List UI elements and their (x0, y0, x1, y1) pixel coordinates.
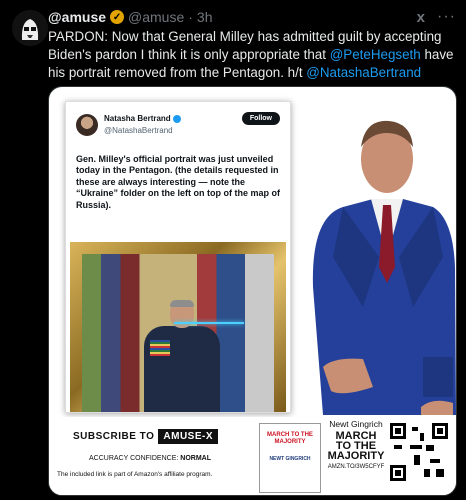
card-avatar (76, 114, 98, 136)
embedded-tweet-card: Natasha Bertrand @NatashaBertrand Follow… (65, 101, 291, 413)
portrait-frame (70, 242, 286, 412)
laser-eye-effect (174, 322, 244, 324)
verified-badge-icon: ✓ (110, 10, 125, 24)
promo-banner: SUBSCRIBE TO AMUSE-X ACCURACY CONFIDENCE:… (49, 417, 456, 495)
accuracy-confidence: ACCURACY CONFIDENCE: NORMAL (89, 455, 211, 462)
portrait-painting (82, 254, 274, 412)
man-in-suit-photo (312, 120, 456, 415)
card-handle: @NatashaBertrand (104, 126, 173, 135)
handle[interactable]: @amuse (128, 9, 184, 25)
subscribe-text: SUBSCRIBE TO AMUSE-X (73, 429, 219, 444)
card-name: Natasha Bertrand (104, 114, 181, 123)
book-author: Newt Gingrich (329, 419, 383, 429)
tweet-text: PARDON: Now that General Milley has admi… (48, 28, 458, 82)
amusex-logo: AMUSE-X (158, 429, 219, 444)
mention-petehegseth[interactable]: @PeteHegseth (330, 47, 421, 62)
timestamp[interactable]: 3h (197, 9, 213, 25)
book-url: AMZN.TO/3W5CFYF (327, 464, 385, 470)
grok-icon[interactable]: x (417, 9, 425, 26)
card-text: Gen. Milley's official portrait was just… (76, 154, 280, 210)
mention-natashabertrand[interactable]: @NatashaBertrand (306, 65, 421, 80)
book-cover-author: NEWT GINGRICH (269, 456, 311, 462)
card-follow-button: Follow (241, 112, 280, 125)
affiliate-note: The included link is part of Amazon's af… (57, 471, 213, 478)
more-options-icon[interactable]: ··· (437, 8, 456, 26)
display-name[interactable]: @amuse (48, 9, 106, 25)
card-verified-icon (172, 114, 181, 123)
book-info: Newt Gingrich MARCH TO THE MAJORITY AMZN… (327, 419, 385, 470)
tweet[interactable]: @amuse ✓ @amuse · 3h x ··· PARDON: Now t… (0, 0, 466, 500)
tweet-header: @amuse ✓ @amuse · 3h x ··· (48, 8, 456, 26)
avatar[interactable] (12, 10, 48, 46)
stormtrooper-avatar-icon (12, 10, 48, 46)
separator-dot: · (188, 9, 193, 25)
tweet-media-image[interactable]: Natasha Bertrand @NatashaBertrand Follow… (48, 86, 457, 496)
portrait-figure (138, 300, 244, 412)
qr-code-icon (390, 423, 448, 481)
book-cover-title: MARCH TO THE MAJORITY (267, 432, 313, 445)
book-title: MARCH TO THE MAJORITY (327, 430, 385, 462)
book-cover: MARCH TO THE MAJORITY NEWT GINGRICH (259, 423, 321, 493)
